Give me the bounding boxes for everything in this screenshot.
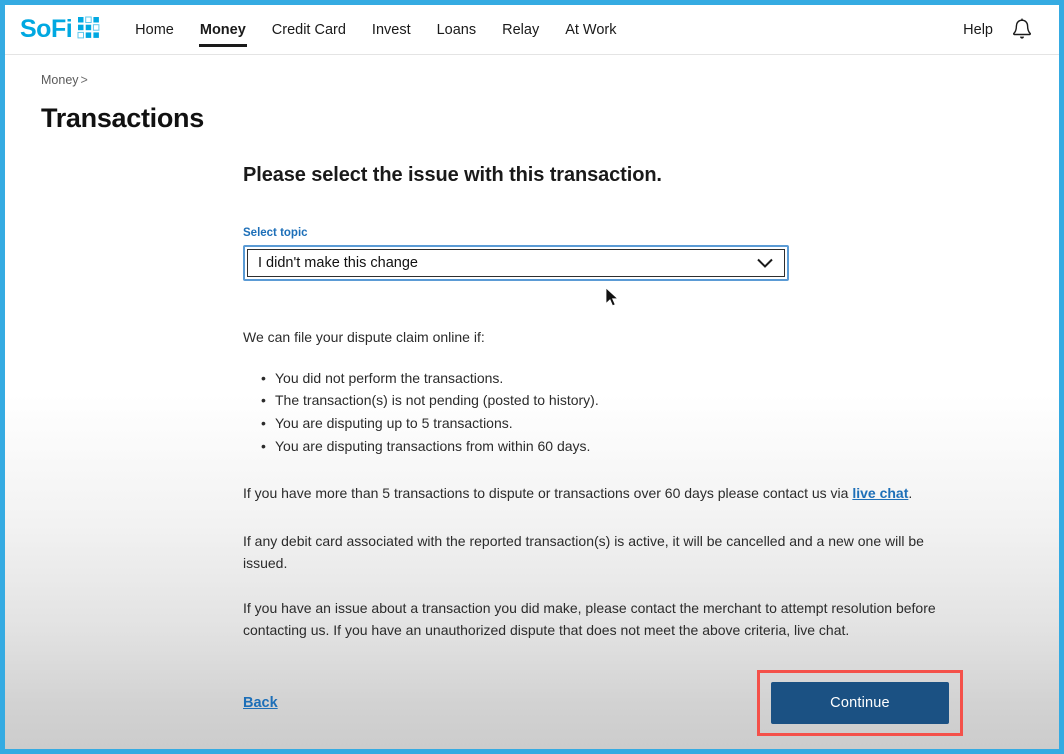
debit-card-paragraph: If any debit card associated with the re…: [243, 531, 963, 574]
intro-text: We can file your dispute claim online if…: [243, 327, 963, 349]
live-chat-link[interactable]: live chat: [852, 485, 908, 501]
contact-paragraph: If you have more than 5 transactions to …: [243, 483, 963, 505]
select-topic-focus-ring: I didn't make this change: [243, 245, 789, 281]
nav-item-at-work[interactable]: At Work: [552, 5, 629, 55]
list-item: You are disputing transactions from with…: [261, 435, 963, 458]
list-item: You did not perform the transactions.: [261, 367, 963, 390]
help-link[interactable]: Help: [963, 22, 993, 38]
nav-item-money[interactable]: Money: [187, 5, 259, 55]
continue-button-highlight-area: Continue: [757, 670, 963, 736]
nav-item-loans[interactable]: Loans: [424, 5, 490, 55]
nav-item-credit-card[interactable]: Credit Card: [259, 5, 359, 55]
select-topic-dropdown[interactable]: I didn't make this change: [247, 249, 785, 277]
dispute-form: Please select the issue with this transa…: [243, 134, 963, 726]
nav-item-home[interactable]: Home: [122, 5, 187, 55]
chevron-down-icon: [756, 257, 774, 269]
contact-paragraph-prefix: If you have more than 5 transactions to …: [243, 485, 852, 501]
merchant-paragraph: If you have an issue about a transaction…: [243, 598, 963, 641]
sofi-logo[interactable]: SoFi: [20, 16, 100, 44]
continue-button[interactable]: Continue: [771, 682, 949, 724]
select-topic-value: I didn't make this change: [258, 255, 418, 271]
sofi-wordmark: SoFi: [20, 17, 72, 42]
primary-nav-links: Home Money Credit Card Invest Loans Rela…: [122, 5, 629, 55]
nav-item-relay[interactable]: Relay: [489, 5, 552, 55]
form-heading: Please select the issue with this transa…: [243, 164, 963, 187]
nav-item-invest[interactable]: Invest: [359, 5, 424, 55]
browser-viewport: SoFi Home Money Credit Card Invest: [0, 0, 1064, 754]
back-link[interactable]: Back: [243, 695, 278, 711]
contact-paragraph-suffix: .: [908, 485, 912, 501]
form-actions: Back Continue: [243, 680, 963, 726]
sofi-dot-grid-icon: [77, 16, 100, 44]
list-item: The transaction(s) is not pending (poste…: [261, 389, 963, 412]
page-title: Transactions: [5, 87, 1059, 134]
breadcrumb-item-money[interactable]: Money: [41, 73, 79, 87]
breadcrumb: Money>: [5, 55, 1059, 87]
list-item: You are disputing up to 5 transactions.: [261, 412, 963, 435]
notification-bell-icon[interactable]: [1011, 18, 1033, 42]
top-navigation-bar: SoFi Home Money Credit Card Invest: [5, 5, 1059, 55]
select-topic-label: Select topic: [243, 227, 963, 239]
breadcrumb-separator: >: [81, 73, 88, 87]
nav-right-group: Help: [963, 18, 1041, 42]
criteria-list: You did not perform the transactions. Th…: [243, 367, 963, 458]
page-body: Money> Transactions Please select the is…: [5, 55, 1059, 726]
